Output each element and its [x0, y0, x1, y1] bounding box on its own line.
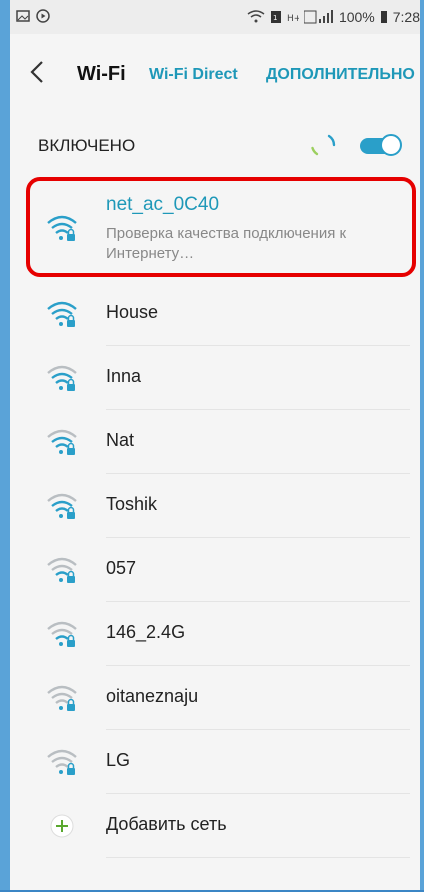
network-name: Inna — [106, 366, 142, 386]
wifi-lock-icon — [47, 493, 77, 519]
plus-circle-icon — [50, 814, 74, 838]
wifi-lock-icon — [47, 685, 77, 711]
wifi-status-icon — [247, 10, 265, 23]
sim-icon: 1 — [270, 11, 281, 23]
network-name: House — [106, 302, 159, 322]
wifi-lock-icon — [47, 365, 77, 391]
signal-strength-icon — [303, 10, 333, 24]
wifi-enabled-label: ВКЛЮЧЕНО — [38, 136, 136, 155]
wifi-toggle-switch[interactable] — [356, 134, 402, 158]
clock: 7:28 — [392, 9, 420, 25]
add-network-row[interactable]: Добавить сеть — [10, 794, 420, 858]
network-row[interactable]: House — [10, 282, 420, 346]
network-name: 146_2.4G — [106, 622, 186, 642]
network-name: Nat — [106, 430, 135, 450]
wifi-lock-icon — [47, 557, 77, 583]
network-name: oitaneznaju — [106, 686, 199, 706]
back-button[interactable] — [30, 60, 54, 90]
network-name: 057 — [106, 558, 137, 578]
app-bar: Wi-Fi Wi-Fi Direct ДОПОЛНИТЕЛЬНО — [10, 50, 420, 102]
play-circle-icon — [36, 9, 50, 23]
scanning-spinner-icon — [311, 134, 336, 156]
add-network-label: Добавить сеть — [106, 814, 227, 834]
gallery-icon — [16, 10, 30, 22]
network-row[interactable]: Nat — [10, 410, 420, 474]
battery-icon — [380, 11, 387, 23]
chevron-left-icon — [30, 61, 43, 83]
network-row[interactable]: LG — [10, 730, 420, 794]
svg-text:H+: H+ — [287, 14, 299, 24]
wifi-enabled-row[interactable]: ВКЛЮЧЕНО — [10, 120, 420, 170]
battery-percent: 100% — [338, 9, 375, 25]
more-button[interactable]: ДОПОЛНИТЕЛЬНО — [266, 66, 415, 84]
page-title: Wi-Fi — [77, 63, 126, 85]
wifi-lock-icon — [47, 749, 77, 775]
svg-text:1: 1 — [273, 14, 277, 22]
network-row[interactable]: 146_2.4G — [10, 602, 420, 666]
network-row[interactable]: oitaneznaju — [10, 666, 420, 730]
network-type-icon: H+ — [287, 14, 299, 24]
phone-screen: 1 H+ 100% 7:28 Wi-Fi Wi-Fi Direct ДОПОЛН… — [10, 0, 420, 892]
wifi-direct-button[interactable]: Wi-Fi Direct — [149, 66, 238, 84]
wifi-lock-icon — [47, 429, 77, 455]
highlight-box — [26, 177, 416, 277]
network-row[interactable]: Toshik — [10, 474, 420, 538]
wifi-lock-icon — [47, 301, 77, 327]
wifi-lock-icon — [47, 621, 77, 647]
network-row[interactable]: Inna — [10, 346, 420, 410]
network-name: LG — [106, 750, 131, 770]
status-bar: 1 H+ 100% 7:28 — [10, 0, 420, 34]
network-name: Toshik — [106, 494, 158, 514]
network-row[interactable]: 057 — [10, 538, 420, 602]
